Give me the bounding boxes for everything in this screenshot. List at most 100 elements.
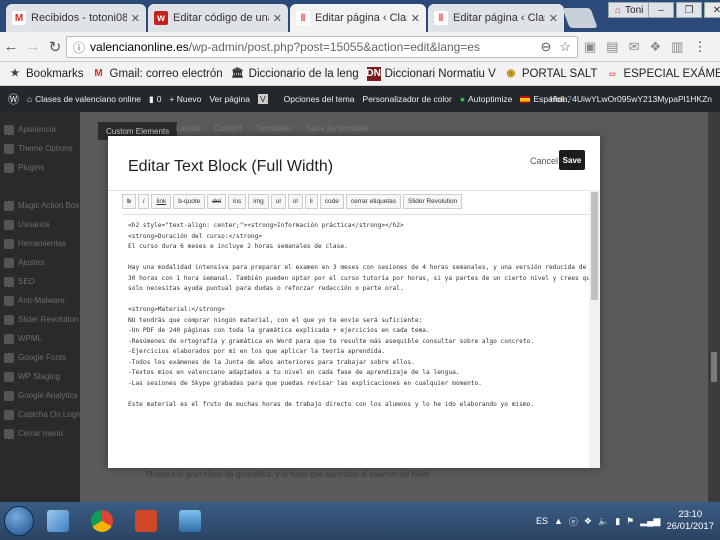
html-text-area[interactable]: <h2 style="text-align: center;"><strong>… xyxy=(122,214,589,468)
url-field[interactable]: ⓘ valencianonline.es/wp-admin/post.php?p… xyxy=(66,36,578,58)
new-tab-button[interactable] xyxy=(562,8,598,28)
bookmark-item[interactable]: ▭ ESPECIAL EXÁMENES xyxy=(605,67,720,81)
signal-icon[interactable]: ▂▄▆ xyxy=(640,516,660,527)
scrollbar-thumb[interactable] xyxy=(591,192,598,300)
qt-italic-button[interactable]: i xyxy=(137,194,150,209)
gmail-icon: M xyxy=(94,68,103,79)
qt-img-button[interactable]: img xyxy=(248,194,269,209)
bookmark-item[interactable]: ◉ PORTAL SALT xyxy=(504,67,597,81)
reload-icon[interactable]: ↻ xyxy=(44,38,66,56)
menu-item-icon xyxy=(4,238,14,249)
sidebar-item[interactable]: Herramientas xyxy=(0,234,80,253)
pdf-icon[interactable]: ▥ xyxy=(671,39,683,55)
sidebar-item[interactable]: Google Analytics xyxy=(0,386,80,405)
tab-editar-pagina-active[interactable]: ‖ Editar página ‹ Clases d ✕ xyxy=(290,4,426,32)
sidebar-item[interactable]: Slider Revolution xyxy=(0,310,80,329)
maximize-icon[interactable]: ❐ xyxy=(676,2,702,18)
taskbar-chrome[interactable] xyxy=(82,505,122,537)
tray-up-arrow-icon[interactable]: ▲ xyxy=(554,516,563,526)
scrollbar-thumb[interactable] xyxy=(711,352,717,382)
sidebar-item[interactable]: Google Fonts xyxy=(0,348,80,367)
close-icon[interactable]: ✕ xyxy=(273,12,282,25)
bookmark-star-icon[interactable]: ☆ xyxy=(559,39,571,55)
qt-ul-button[interactable]: ul xyxy=(270,194,286,209)
sidebar-item[interactable]: Ajustes xyxy=(0,253,80,272)
volume-icon[interactable]: 🔈 xyxy=(598,516,609,527)
extension-icon[interactable]: ▤ xyxy=(606,39,618,55)
clock[interactable]: 23:10 26/01/2017 xyxy=(666,509,714,533)
tab-save-template[interactable]: Save as template xyxy=(307,124,369,133)
cancel-button[interactable]: Cancel xyxy=(530,156,558,166)
theme-options-link[interactable]: Opciones del tema xyxy=(284,94,355,104)
close-icon[interactable]: ✕ xyxy=(131,12,140,25)
sidebar-item[interactable]: WP Staging xyxy=(0,367,80,386)
wp-logo-icon[interactable]: Ⓦ xyxy=(8,91,19,107)
page-scrollbar[interactable] xyxy=(708,112,720,502)
tab-editar-codigo[interactable]: w Editar código de una p ✕ xyxy=(148,4,288,32)
editor-line: ​ xyxy=(128,253,589,264)
view-page-link[interactable]: Ver página xyxy=(209,94,250,104)
profile-chip[interactable]: ⌂ Toni xyxy=(608,2,651,18)
bookmark-label: Bookmarks xyxy=(26,67,84,80)
new-link[interactable]: + Nuevo xyxy=(169,94,201,104)
close-icon[interactable]: ✕ xyxy=(549,12,558,25)
autoptimize-link[interactable]: ● Autoptimize xyxy=(460,94,513,104)
dropbox-icon[interactable]: ❖ xyxy=(584,516,592,527)
save-button[interactable]: Save xyxy=(559,150,585,170)
tab-editar-pagina[interactable]: ‖ Editar página ‹ Clases d ✕ xyxy=(428,4,564,32)
zoom-icon[interactable]: ⊖ xyxy=(540,39,551,55)
bookmark-item[interactable]: ★ Bookmarks xyxy=(8,67,84,81)
action-flag-icon[interactable]: ⚑ xyxy=(626,516,634,527)
close-icon[interactable]: ✕ xyxy=(411,12,420,25)
network-icon[interactable]: ▮ xyxy=(615,516,620,527)
tab-templates[interactable]: Templates xyxy=(256,124,292,133)
qt-blockquote-button[interactable]: b-quote xyxy=(173,194,206,209)
sidebar-item[interactable]: Captcha On Login xyxy=(0,405,80,424)
sidebar-item[interactable]: Apariencia xyxy=(0,120,80,139)
sidebar-item[interactable]: SEO xyxy=(0,272,80,291)
qt-link-button[interactable]: link xyxy=(151,194,172,209)
modal-scrollbar[interactable] xyxy=(589,190,600,468)
qt-bold-button[interactable]: b xyxy=(122,194,136,209)
dropbox-icon[interactable]: ❖ xyxy=(650,39,662,55)
bookmark-item[interactable]: M Gmail: correo electrón xyxy=(92,67,222,81)
forward-icon[interactable]: → xyxy=(22,38,44,55)
tab-gmail[interactable]: M Recibidos - totoni08@g ✕ xyxy=(6,4,146,32)
tab-layout[interactable]: Layout xyxy=(176,124,200,133)
comments-link[interactable]: ▮ 0 xyxy=(149,94,161,105)
sidebar-item[interactable]: WPML xyxy=(0,329,80,348)
info-icon[interactable]: ⓘ xyxy=(73,39,85,56)
sidebar-item[interactable]: Cerrar menú xyxy=(0,424,80,443)
sidebar-item[interactable]: Magic Action Box xyxy=(0,196,80,215)
taskbar-explorer[interactable] xyxy=(38,505,78,537)
minimize-icon[interactable]: – xyxy=(648,2,674,18)
menu-icon[interactable]: ⋮ xyxy=(693,39,706,55)
extension-icon[interactable]: ▣ xyxy=(584,39,596,55)
qt-ol-button[interactable]: ol xyxy=(287,194,303,209)
back-icon[interactable]: ← xyxy=(0,38,22,55)
qt-del-button[interactable]: del xyxy=(207,194,226,209)
extension-icon[interactable]: ✉ xyxy=(629,39,640,55)
qt-ins-button[interactable]: ins xyxy=(227,194,247,209)
qt-close-tags-button[interactable]: cerrar etiquetas xyxy=(345,194,402,209)
taskbar-photos[interactable] xyxy=(170,505,210,537)
sidebar-item[interactable]: Usuarios xyxy=(0,215,80,234)
close-window-icon[interactable]: ✕ xyxy=(704,2,720,18)
taskbar-powerpoint[interactable] xyxy=(126,505,166,537)
tab-content[interactable]: Content xyxy=(214,124,242,133)
vc-icon[interactable]: V xyxy=(257,94,268,104)
qt-li-button[interactable]: li xyxy=(304,194,318,209)
sidebar-item[interactable]: Plugins xyxy=(0,158,80,177)
color-customizer-link[interactable]: Personalizador de color xyxy=(363,94,452,104)
sidebar-item[interactable]: Theme Options xyxy=(0,139,80,158)
user-greeting[interactable]: Hola, 4UiwYLwOr095wY213MypaPl1HKZn xyxy=(550,94,712,104)
bookmark-item[interactable]: DN Diccionari Normatiu V xyxy=(366,66,496,81)
language-indicator[interactable]: ES xyxy=(536,516,548,526)
sidebar-item[interactable]: Anti-Malware xyxy=(0,291,80,310)
tray-e-icon[interactable]: ⓔ xyxy=(569,515,578,528)
qt-slider-revolution-button[interactable]: Slider Revolution xyxy=(403,194,463,209)
site-link[interactable]: ⌂ Clases de valenciano online xyxy=(27,94,141,104)
start-button[interactable] xyxy=(4,506,34,536)
bookmark-item[interactable]: 🏛 Diccionario de la leng xyxy=(231,67,358,81)
qt-code-button[interactable]: code xyxy=(319,194,344,209)
